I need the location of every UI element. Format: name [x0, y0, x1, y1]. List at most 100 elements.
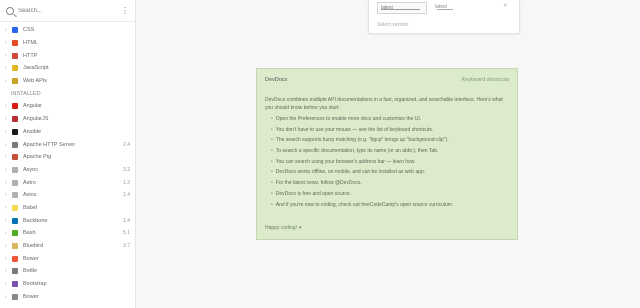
chevron-right-icon: › — [5, 268, 7, 275]
sidebar-item-label: INSTALLED — [11, 90, 41, 97]
sidebar-item[interactable]: › Backbone 1.4 — [0, 214, 135, 227]
sidebar-item-version: 1.4 — [123, 192, 130, 199]
chevron-right-icon: › — [5, 255, 7, 262]
doc-logo-icon — [12, 78, 18, 85]
sidebar-item-label: Bower — [23, 255, 39, 262]
bullet-icon: • — [271, 180, 273, 187]
bullet-icon: • — [271, 116, 273, 122]
sidebar-item[interactable]: › Astro 1.2 — [0, 176, 135, 189]
sidebar-item[interactable]: › JavaScript — [0, 62, 135, 75]
search-input[interactable] — [18, 7, 117, 14]
sidebar-item-label: HTML — [23, 40, 38, 47]
bullet-icon: • — [271, 158, 273, 165]
sidebar-item[interactable]: › Bottle — [0, 265, 135, 278]
chevron-right-icon: › — [5, 103, 7, 110]
chevron-right-icon: › — [5, 179, 7, 186]
doc-logo-icon — [12, 65, 18, 72]
card-header: DevDocs Keyboard shortcuts — [265, 75, 509, 85]
doc-logo-icon — [12, 179, 18, 186]
tip-text: To search a specific documentation, type… — [275, 148, 439, 155]
sidebar-item[interactable]: › Axios 1.4 — [0, 189, 135, 202]
sidebar-item-label: Astro — [23, 179, 36, 186]
tip-text: DevDocs works offline, on mobile, and ca… — [275, 169, 426, 176]
sidebar-item-label: Async — [23, 166, 38, 173]
sidebar-item-version: 5.1 — [123, 230, 130, 237]
chevron-right-icon: › — [5, 128, 7, 135]
sidebar-item[interactable]: › Angular — [0, 100, 135, 113]
sidebar-item[interactable]: › Apache HTTP Server 2.4 — [0, 138, 135, 151]
chevron-right-icon: › — [5, 27, 7, 34]
sidebar-item[interactable]: › Bluebird 3.7 — [0, 240, 135, 253]
version-option[interactable]: latest — [435, 4, 495, 12]
tip-item: • To search a specific documentation, typ… — [271, 146, 511, 157]
sidebar-item-label: Ansible — [23, 128, 42, 135]
tip-item: • Open the Preferences to enable more doc… — [271, 114, 511, 125]
sidebar-item[interactable]: › HTTP — [0, 49, 135, 62]
sidebar: ⋮ › CSS › HTML › HTTP › JavaScript › Web APIs INST… — [0, 0, 136, 308]
tip-text: And if you're new to coding, check out f… — [275, 201, 454, 208]
card-title: DevDocs — [265, 77, 288, 83]
sidebar-item-label: Babel — [23, 204, 38, 211]
more-options-icon[interactable]: ⋮ — [121, 6, 129, 15]
chevron-right-icon: › — [5, 204, 7, 211]
chevron-right-icon: › — [5, 217, 7, 224]
chevron-right-icon: › — [5, 65, 7, 72]
doc-logo-icon — [12, 281, 18, 288]
version-select[interactable]: latest — [377, 2, 427, 14]
sidebar-item[interactable]: › Async 3.2 — [0, 164, 135, 177]
card-footer[interactable]: Happy coding! ▾ — [265, 225, 301, 231]
doc-logo-icon — [12, 293, 18, 300]
doc-list: › CSS › HTML › HTTP › JavaScript › Web APIs INSTAL… — [0, 22, 135, 303]
tip-item: • DevDocs is free and open source. — [271, 189, 511, 200]
doc-logo-icon — [12, 204, 18, 211]
tip-text: The search supports fuzzy matching (e.g.… — [275, 137, 449, 144]
chevron-right-icon: › — [5, 243, 7, 250]
version-picker: latest latest × Select version — [368, 0, 520, 34]
shortcuts-link[interactable]: Keyboard shortcuts — [462, 77, 509, 83]
doc-logo-icon — [12, 103, 18, 110]
chevron-right-icon: › — [5, 281, 7, 288]
version-caption: Select version — [377, 22, 409, 28]
sidebar-item[interactable]: › Bash 5.1 — [0, 227, 135, 240]
chevron-right-icon: › — [5, 154, 7, 161]
sidebar-item-label: HTTP — [23, 52, 38, 59]
search-icon — [6, 6, 14, 15]
sidebar-item[interactable]: › Ansible — [0, 126, 135, 139]
sidebar-item[interactable]: › AngularJS — [0, 113, 135, 126]
sidebar-item[interactable]: › HTML — [0, 37, 135, 50]
footer-label: Happy coding! — [265, 225, 297, 231]
doc-logo-icon — [12, 230, 18, 237]
bullet-icon: • — [271, 169, 273, 176]
sidebar-item-label: Apache HTTP Server — [23, 141, 76, 148]
doc-logo-icon — [12, 141, 18, 148]
sidebar-item-label: Backbone — [23, 217, 48, 224]
sidebar-item-label: Bootstrap — [23, 281, 47, 288]
doc-logo-icon — [12, 166, 18, 173]
tip-item: • You can search using your browser's add… — [271, 157, 511, 168]
chevron-right-icon: › — [5, 293, 7, 300]
sidebar-item-label: Axios — [23, 192, 37, 199]
sidebar-item[interactable]: › Apache Pig — [0, 151, 135, 164]
doc-logo-icon — [12, 154, 18, 161]
sidebar-item[interactable]: › Bower — [0, 290, 135, 303]
bullet-icon: • — [271, 190, 273, 197]
sidebar-item-label: CSS — [23, 27, 35, 34]
sidebar-item[interactable]: › CSS — [0, 24, 135, 37]
sidebar-item[interactable]: › Web APIs — [0, 75, 135, 88]
sidebar-item[interactable]: › Bootstrap — [0, 278, 135, 291]
bullet-icon: • — [271, 126, 273, 133]
chevron-right-icon: › — [5, 78, 7, 85]
welcome-card: DevDocs Keyboard shortcuts DevDocs combi… — [256, 68, 518, 240]
search-bar: ⋮ — [0, 0, 135, 22]
chevron-down-icon: ▾ — [298, 225, 302, 231]
doc-logo-icon — [12, 268, 18, 275]
doc-logo-icon — [12, 27, 18, 34]
tip-item: • And if you're new to coding, check out … — [271, 200, 511, 211]
sidebar-item-label: Bash — [23, 230, 36, 237]
chevron-right-icon: › — [5, 52, 7, 59]
sidebar-item[interactable]: › Bower — [0, 252, 135, 265]
sidebar-item[interactable]: › Babel — [0, 202, 135, 215]
tip-text: DevDocs is free and open source. — [275, 190, 352, 197]
card-intro: DevDocs combines multiple API documentat… — [265, 97, 503, 111]
close-icon[interactable]: × — [503, 3, 507, 9]
